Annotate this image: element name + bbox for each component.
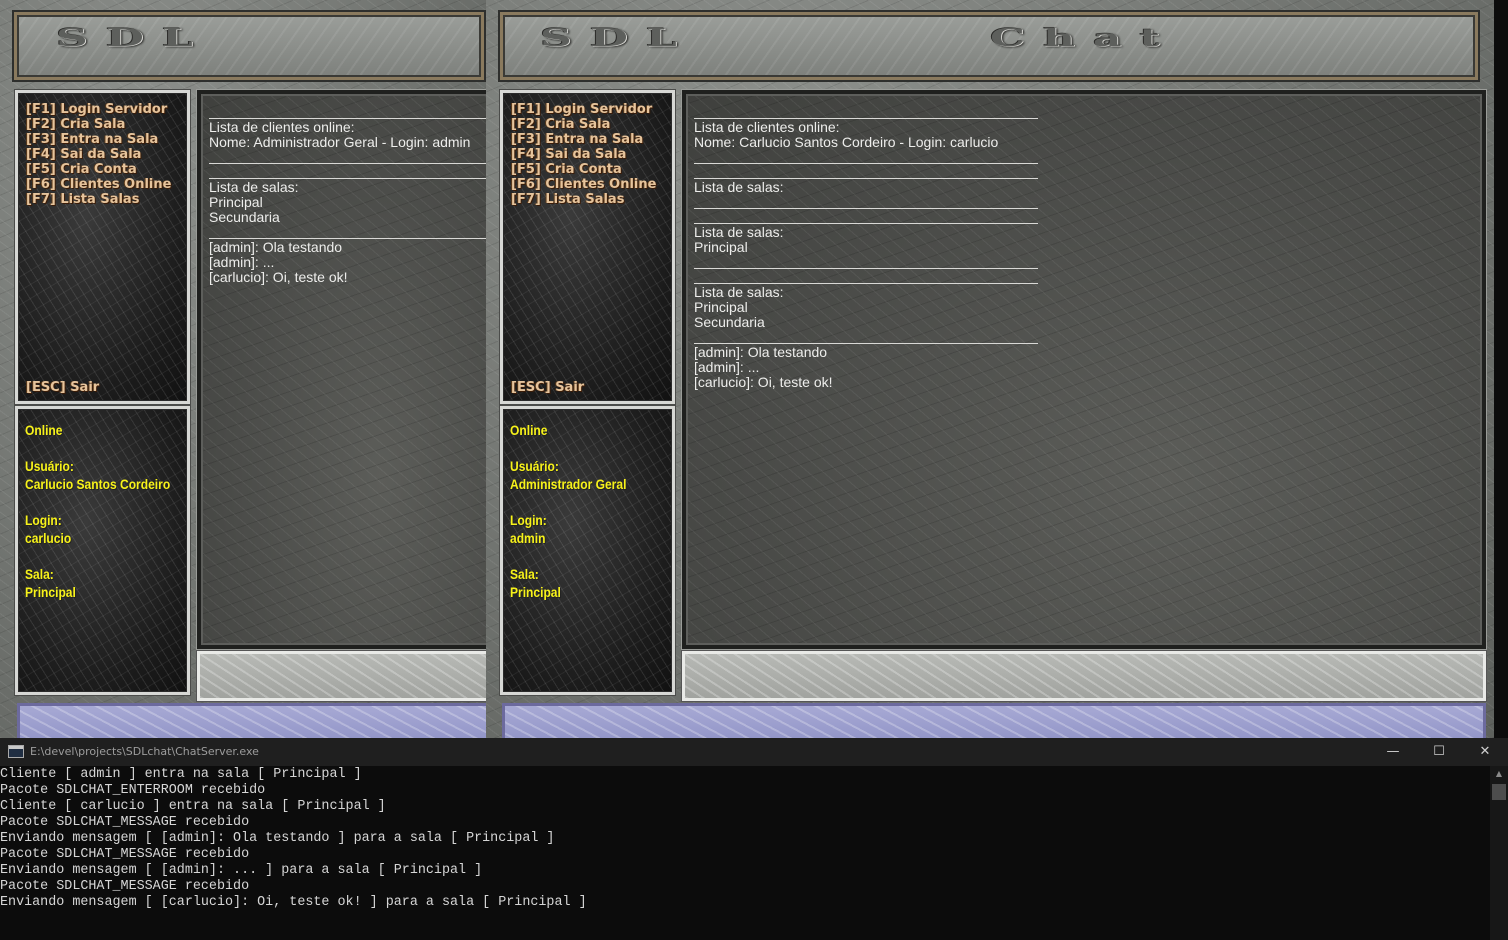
minimize-icon[interactable]: — bbox=[1370, 738, 1416, 766]
menu-item-clientes-online[interactable]: [F6] Clientes Online bbox=[511, 177, 656, 192]
chat-line: Lista de salas: bbox=[694, 284, 784, 300]
menu-item-clientes-online[interactable]: [F6] Clientes Online bbox=[26, 177, 171, 192]
console-title: E:\devel\projects\SDLchat\ChatServer.exe bbox=[30, 745, 259, 758]
message-input[interactable] bbox=[197, 651, 486, 701]
chat-log: Lista de clientes online: Nome: Administ… bbox=[197, 90, 486, 649]
room-value: Principal bbox=[25, 584, 76, 600]
menu-item-cria-sala[interactable]: [F2] Cria Sala bbox=[26, 117, 125, 132]
chat-line: Lista de salas: bbox=[694, 179, 784, 195]
banner: SDL Chat bbox=[498, 10, 1480, 82]
console-line: Enviando mensagem [ [admin]: ... ] para … bbox=[0, 863, 483, 878]
status-strip bbox=[502, 703, 1486, 738]
close-icon[interactable]: ✕ bbox=[1462, 738, 1508, 766]
console-scrollbar[interactable]: ▲ bbox=[1490, 766, 1508, 940]
menu-item-lista-salas[interactable]: [F7] Lista Salas bbox=[26, 192, 139, 207]
chat-log: Lista de clientes online: Nome: Carlucio… bbox=[682, 90, 1486, 649]
console-line: Enviando mensagem [ [carlucio]: Oi, test… bbox=[0, 895, 587, 910]
menu-item-sair[interactable]: [ESC] Sair bbox=[511, 380, 584, 395]
user-value: Carlucio Santos Cordeiro bbox=[25, 476, 171, 492]
login-label: Login: bbox=[25, 512, 62, 528]
banner: SDL bbox=[12, 10, 486, 82]
chat-client-window-left: SDL [F1] Login Servidor [F2] Cria Sala [… bbox=[0, 0, 488, 738]
menu-item-lista-salas[interactable]: [F7] Lista Salas bbox=[511, 192, 624, 207]
console-line: Pacote SDLCHAT_MESSAGE recebido bbox=[0, 879, 250, 894]
console-titlebar[interactable]: E:\devel\projects\SDLchat\ChatServer.exe… bbox=[0, 738, 1508, 766]
status-online: Online bbox=[25, 422, 63, 438]
menu-item-login-servidor[interactable]: [F1] Login Servidor bbox=[511, 102, 652, 117]
server-console-window: E:\devel\projects\SDLchat\ChatServer.exe… bbox=[0, 738, 1508, 940]
room-label: Sala: bbox=[25, 566, 54, 582]
login-value: admin bbox=[510, 530, 546, 546]
menu-item-cria-conta[interactable]: [F5] Cria Conta bbox=[511, 162, 622, 177]
chat-line: [carlucio]: Oi, teste ok! bbox=[209, 269, 348, 285]
scroll-up-arrow-icon[interactable]: ▲ bbox=[1490, 768, 1508, 780]
menu-panel: [F1] Login Servidor [F2] Cria Sala [F3] … bbox=[500, 90, 675, 404]
message-input[interactable] bbox=[682, 651, 1486, 701]
chat-line: [admin]: ... bbox=[209, 254, 275, 270]
banner-title: SDL bbox=[540, 23, 695, 52]
status-panel: Online Usuário: Administrador Geral Logi… bbox=[500, 406, 675, 695]
divider bbox=[694, 208, 1038, 209]
scroll-thumb[interactable] bbox=[1492, 784, 1506, 800]
divider bbox=[209, 163, 486, 164]
menu-item-entra-na-sala[interactable]: [F3] Entra na Sala bbox=[26, 132, 158, 147]
chat-line: Lista de clientes online: bbox=[694, 119, 840, 135]
console-line: Enviando mensagem [ [admin]: Ola testand… bbox=[0, 831, 555, 846]
menu-item-sai-da-sala[interactable]: [F4] Sai da Sala bbox=[26, 147, 141, 162]
user-label: Usuário: bbox=[510, 458, 559, 474]
chat-line: [admin]: Ola testando bbox=[209, 239, 343, 255]
menu-item-login-servidor[interactable]: [F1] Login Servidor bbox=[26, 102, 167, 117]
chat-line: Principal bbox=[209, 194, 263, 210]
console-line: Cliente [ carlucio ] entra na sala [ Pri… bbox=[0, 799, 386, 814]
status-online: Online bbox=[510, 422, 548, 438]
banner-title: SDL bbox=[56, 23, 211, 52]
user-value: Administrador Geral bbox=[510, 476, 627, 492]
menu-item-sai-da-sala[interactable]: [F4] Sai da Sala bbox=[511, 147, 626, 162]
chat-line: Lista de salas: bbox=[694, 224, 784, 240]
chat-line: [admin]: ... bbox=[694, 359, 760, 375]
room-value: Principal bbox=[510, 584, 561, 600]
chat-line: [admin]: Ola testando bbox=[694, 344, 828, 360]
user-label: Usuário: bbox=[25, 458, 74, 474]
console-app-icon bbox=[8, 745, 24, 758]
status-strip bbox=[17, 703, 486, 738]
console-line: Pacote SDLCHAT_ENTERROOM recebido bbox=[0, 783, 266, 798]
menu-item-cria-conta[interactable]: [F5] Cria Conta bbox=[26, 162, 137, 177]
chat-line: Lista de salas: bbox=[209, 179, 299, 195]
menu-panel: [F1] Login Servidor [F2] Cria Sala [F3] … bbox=[15, 90, 190, 404]
chat-line: Principal bbox=[694, 299, 748, 315]
maximize-icon[interactable]: ☐ bbox=[1416, 738, 1462, 766]
console-line: Pacote SDLCHAT_MESSAGE recebido bbox=[0, 847, 250, 862]
console-line: Pacote SDLCHAT_MESSAGE recebido bbox=[0, 815, 250, 830]
menu-item-sair[interactable]: [ESC] Sair bbox=[26, 380, 99, 395]
banner-title-chat: Chat bbox=[990, 23, 1178, 52]
room-label: Sala: bbox=[510, 566, 539, 582]
chat-line: Principal bbox=[694, 239, 748, 255]
chat-line: Secundaria bbox=[209, 209, 280, 225]
menu-item-cria-sala[interactable]: [F2] Cria Sala bbox=[511, 117, 610, 132]
status-panel: Online Usuário: Carlucio Santos Cordeiro… bbox=[15, 406, 190, 695]
chat-line: Lista de clientes online: bbox=[209, 119, 355, 135]
menu-item-entra-na-sala[interactable]: [F3] Entra na Sala bbox=[511, 132, 643, 147]
chat-line: [carlucio]: Oi, teste ok! bbox=[694, 374, 833, 390]
console-line: Cliente [ admin ] entra na sala [ Princi… bbox=[0, 767, 362, 782]
divider bbox=[694, 268, 1038, 269]
chat-line: Nome: Carlucio Santos Cordeiro - Login: … bbox=[694, 134, 999, 150]
chat-line: Secundaria bbox=[694, 314, 765, 330]
login-value: carlucio bbox=[25, 530, 72, 546]
divider bbox=[694, 163, 1038, 164]
chat-client-window-right: SDL Chat [F1] Login Servidor [F2] Cria S… bbox=[486, 0, 1494, 738]
login-label: Login: bbox=[510, 512, 547, 528]
chat-line: Nome: Administrador Geral - Login: admin bbox=[209, 134, 471, 150]
